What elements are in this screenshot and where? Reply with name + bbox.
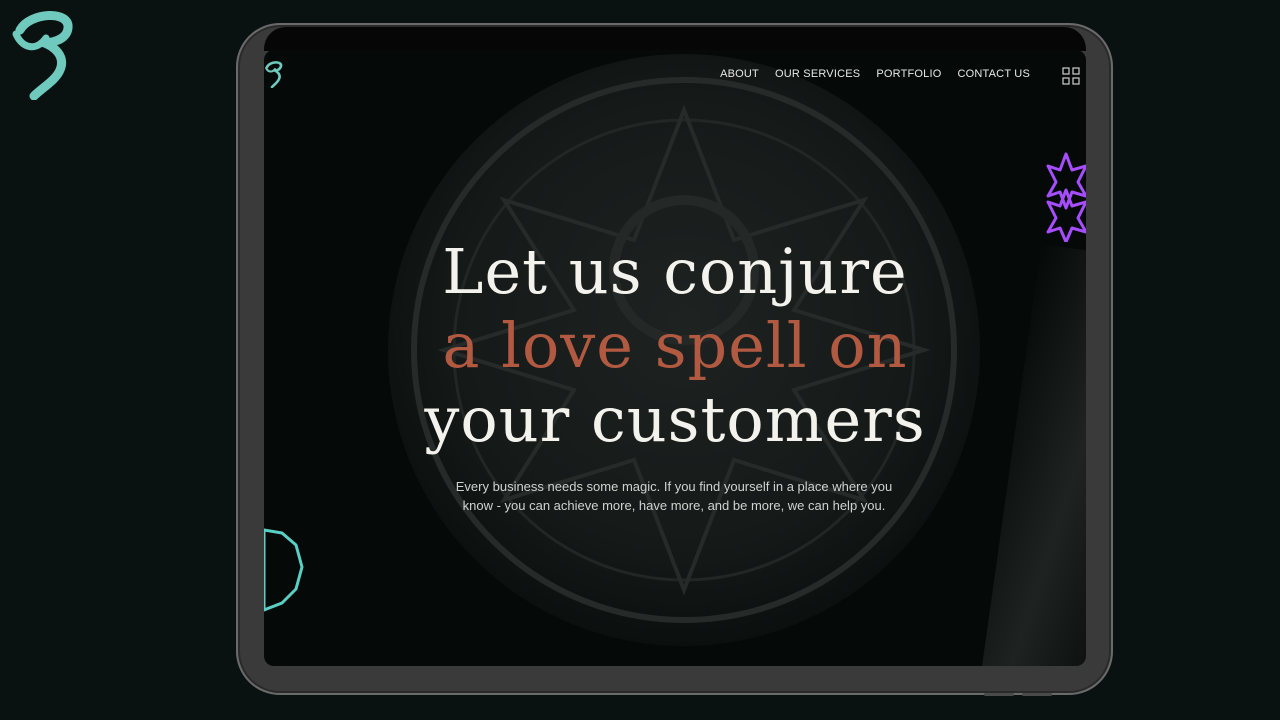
nav-about[interactable]: ABOUT (720, 68, 759, 80)
nav-contact-us[interactable]: CONTACT US (958, 68, 1031, 80)
hero-subtitle: Every business needs some magic. If you … (434, 477, 914, 515)
hero-line-3: your customers (424, 383, 926, 456)
hero-line-1: Let us conjure (442, 235, 908, 308)
grid-menu-icon[interactable] (1062, 67, 1080, 85)
website-screen: ABOUT OUR SERVICES PORTFOLIO CONTACT US … (264, 50, 1086, 666)
brand-logo-icon (12, 11, 73, 100)
site-logo-icon[interactable] (264, 60, 284, 88)
hero-heading: Let us conjure a love spell on your cust… (264, 235, 1086, 457)
tablet-button (984, 693, 1014, 696)
neon-star-icon (1046, 152, 1086, 242)
nav-portfolio[interactable]: PORTFOLIO (876, 68, 941, 80)
hero-subtitle-line-2: know - you can achieve more, have more, … (462, 498, 886, 513)
hero-line-2: a love spell on (442, 309, 908, 382)
hero-subtitle-line-1: Every business needs some magic. If you … (455, 479, 893, 494)
nav-our-services[interactable]: OUR SERVICES (775, 68, 860, 80)
tablet-button (1022, 693, 1052, 696)
screen-top-bezel (264, 27, 1086, 51)
neon-ring-icon (264, 528, 304, 612)
main-navigation: ABOUT OUR SERVICES PORTFOLIO CONTACT US (720, 68, 1030, 80)
